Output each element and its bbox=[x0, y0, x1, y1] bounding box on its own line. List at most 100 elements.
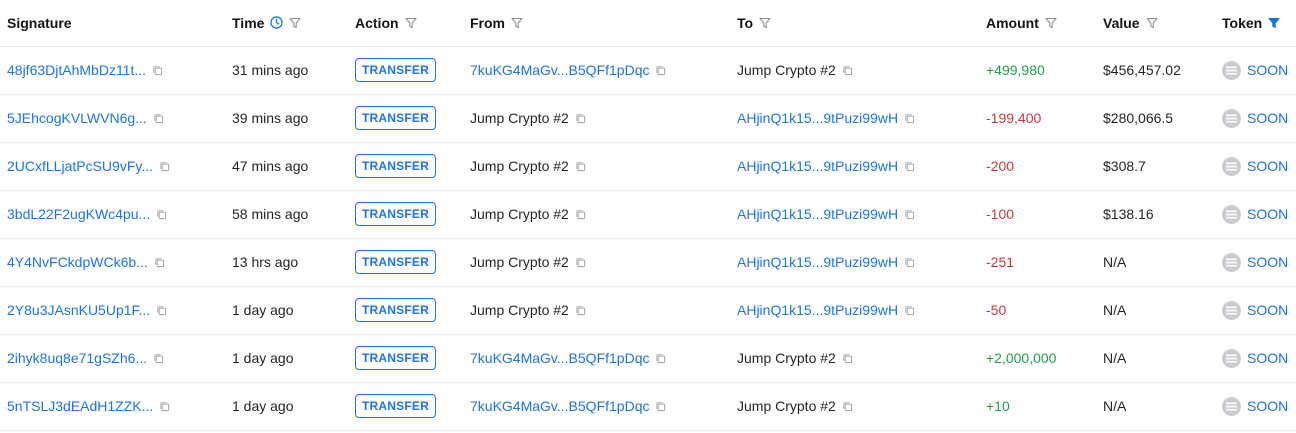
time-ago: 1 day ago bbox=[232, 398, 294, 414]
from-address[interactable]: 7kuKG4MaGv...B5QFf1pDqc bbox=[470, 350, 649, 366]
copy-icon[interactable] bbox=[575, 257, 586, 268]
filter-icon[interactable] bbox=[1146, 17, 1158, 29]
copy-icon[interactable] bbox=[159, 161, 170, 172]
filter-icon[interactable] bbox=[759, 17, 771, 29]
copy-icon[interactable] bbox=[904, 305, 915, 316]
copy-icon[interactable] bbox=[153, 113, 164, 124]
from-cell: Jump Crypto #2 bbox=[470, 190, 737, 239]
soon-token-icon bbox=[1222, 204, 1241, 224]
usd-value: N/A bbox=[1103, 350, 1127, 366]
copy-icon[interactable] bbox=[154, 257, 165, 268]
copy-icon[interactable] bbox=[575, 113, 586, 124]
signature-link[interactable]: 2Y8u3JAsnKU5Up1F... bbox=[7, 302, 150, 318]
to-cell: Jump Crypto #2 bbox=[737, 334, 986, 383]
copy-icon[interactable] bbox=[575, 305, 586, 316]
from-address[interactable]: 7kuKG4MaGv...B5QFf1pDqc bbox=[470, 398, 649, 414]
token-cell: SOON bbox=[1222, 46, 1296, 95]
table-header-row: Signature Time Action From To Amount Val… bbox=[0, 0, 1296, 47]
column-to-label: To bbox=[737, 14, 754, 31]
filter-icon[interactable] bbox=[511, 17, 523, 29]
signature-link[interactable]: 3bdL22F2ugKWc4pu... bbox=[7, 206, 150, 222]
table-row: 48jf63DjtAhMbDz11t... 31 mins ago TRANSFER… bbox=[0, 46, 1296, 95]
signature-cell: 5JEhcogKVLWVN6g... bbox=[0, 94, 232, 143]
copy-icon[interactable] bbox=[152, 65, 163, 76]
token-link[interactable]: SOON bbox=[1222, 252, 1288, 272]
filter-icon[interactable] bbox=[289, 17, 301, 29]
to-address[interactable]: AHjinQ1k15...9tPuzi99wH bbox=[737, 110, 898, 126]
copy-icon[interactable] bbox=[904, 209, 915, 220]
action-cell: TRANSFER bbox=[355, 382, 470, 431]
copy-icon[interactable] bbox=[575, 161, 586, 172]
to-address[interactable]: AHjinQ1k15...9tPuzi99wH bbox=[737, 158, 898, 174]
action-badge: TRANSFER bbox=[355, 250, 436, 274]
time-cell: 58 mins ago bbox=[232, 190, 355, 239]
copy-icon[interactable] bbox=[842, 353, 853, 364]
copy-icon[interactable] bbox=[904, 257, 915, 268]
filter-icon[interactable] bbox=[1045, 17, 1057, 29]
copy-icon[interactable] bbox=[842, 401, 853, 412]
token-cell: SOON bbox=[1222, 286, 1296, 335]
token-symbol: SOON bbox=[1247, 206, 1289, 222]
copy-icon[interactable] bbox=[575, 209, 586, 220]
time-cell: 31 mins ago bbox=[232, 46, 355, 95]
action-cell: TRANSFER bbox=[355, 94, 470, 143]
token-link[interactable]: SOON bbox=[1222, 60, 1288, 80]
signature-link[interactable]: 4Y4NvFCkdpWCk6b... bbox=[7, 254, 148, 270]
token-symbol: SOON bbox=[1247, 302, 1289, 318]
to-address[interactable]: AHjinQ1k15...9tPuzi99wH bbox=[737, 254, 898, 270]
copy-icon[interactable] bbox=[156, 209, 167, 220]
copy-icon[interactable] bbox=[655, 401, 666, 412]
copy-icon[interactable] bbox=[842, 65, 853, 76]
amount-value: -50 bbox=[986, 302, 1007, 318]
signature-link[interactable]: 5nTSLJ3dEAdH1ZZK... bbox=[7, 398, 153, 414]
filter-icon[interactable] bbox=[405, 17, 417, 29]
from-address: Jump Crypto #2 bbox=[470, 158, 569, 174]
token-link[interactable]: SOON bbox=[1222, 396, 1288, 416]
copy-icon[interactable] bbox=[655, 65, 666, 76]
from-address[interactable]: 7kuKG4MaGv...B5QFf1pDqc bbox=[470, 62, 649, 78]
copy-icon[interactable] bbox=[153, 353, 164, 364]
copy-icon[interactable] bbox=[156, 305, 167, 316]
token-symbol: SOON bbox=[1247, 158, 1289, 174]
table-row: 2ihyk8uq8e71gSZh6... 1 day ago TRANSFER 7ku… bbox=[0, 334, 1296, 383]
value-cell: N/A bbox=[1103, 382, 1222, 431]
to-address[interactable]: AHjinQ1k15...9tPuzi99wH bbox=[737, 206, 898, 222]
token-link[interactable]: SOON bbox=[1222, 300, 1289, 320]
column-time-label: Time bbox=[232, 14, 265, 31]
amount-value: -200 bbox=[986, 158, 1015, 174]
from-address: Jump Crypto #2 bbox=[470, 110, 569, 126]
token-link[interactable]: SOON bbox=[1222, 156, 1289, 176]
token-link[interactable]: SOON bbox=[1222, 108, 1288, 128]
time-cell: 1 day ago bbox=[232, 382, 355, 431]
copy-icon[interactable] bbox=[904, 161, 915, 172]
column-amount-label: Amount bbox=[986, 14, 1039, 31]
usd-value: $280,066.5 bbox=[1103, 110, 1174, 126]
signature-link[interactable]: 2ihyk8uq8e71gSZh6... bbox=[7, 350, 147, 366]
action-cell: TRANSFER bbox=[355, 190, 470, 239]
table-row: 3bdL22F2ugKWc4pu... 58 mins ago TRANSFER Ju… bbox=[0, 190, 1296, 239]
from-address: Jump Crypto #2 bbox=[470, 206, 569, 222]
amount-cell: -50 bbox=[986, 286, 1103, 335]
copy-icon[interactable] bbox=[904, 113, 915, 124]
time-ago: 13 hrs ago bbox=[232, 254, 299, 270]
amount-cell: +2,000,000 bbox=[986, 334, 1103, 383]
token-link[interactable]: SOON bbox=[1222, 348, 1288, 368]
column-value-label: Value bbox=[1103, 14, 1140, 31]
to-address[interactable]: AHjinQ1k15...9tPuzi99wH bbox=[737, 302, 898, 318]
filter-active-icon[interactable] bbox=[1268, 17, 1280, 29]
token-link[interactable]: SOON bbox=[1222, 204, 1289, 224]
time-cell: 39 mins ago bbox=[232, 94, 355, 143]
clock-icon[interactable] bbox=[270, 16, 284, 29]
signature-link[interactable]: 48jf63DjtAhMbDz11t... bbox=[7, 62, 146, 78]
copy-icon[interactable] bbox=[655, 353, 666, 364]
signature-link[interactable]: 2UCxfLLjatPcSU9vFy... bbox=[7, 158, 153, 174]
value-cell: $308.7 bbox=[1103, 142, 1222, 191]
copy-icon[interactable] bbox=[159, 401, 170, 412]
column-from: From bbox=[470, 0, 737, 47]
usd-value: N/A bbox=[1103, 398, 1127, 414]
table-row: 2UCxfLLjatPcSU9vFy... 47 mins ago TRANSFER… bbox=[0, 142, 1296, 191]
from-cell: Jump Crypto #2 bbox=[470, 238, 737, 287]
action-cell: TRANSFER bbox=[355, 238, 470, 287]
signature-link[interactable]: 5JEhcogKVLWVN6g... bbox=[7, 110, 147, 126]
usd-value: $138.16 bbox=[1103, 206, 1154, 222]
